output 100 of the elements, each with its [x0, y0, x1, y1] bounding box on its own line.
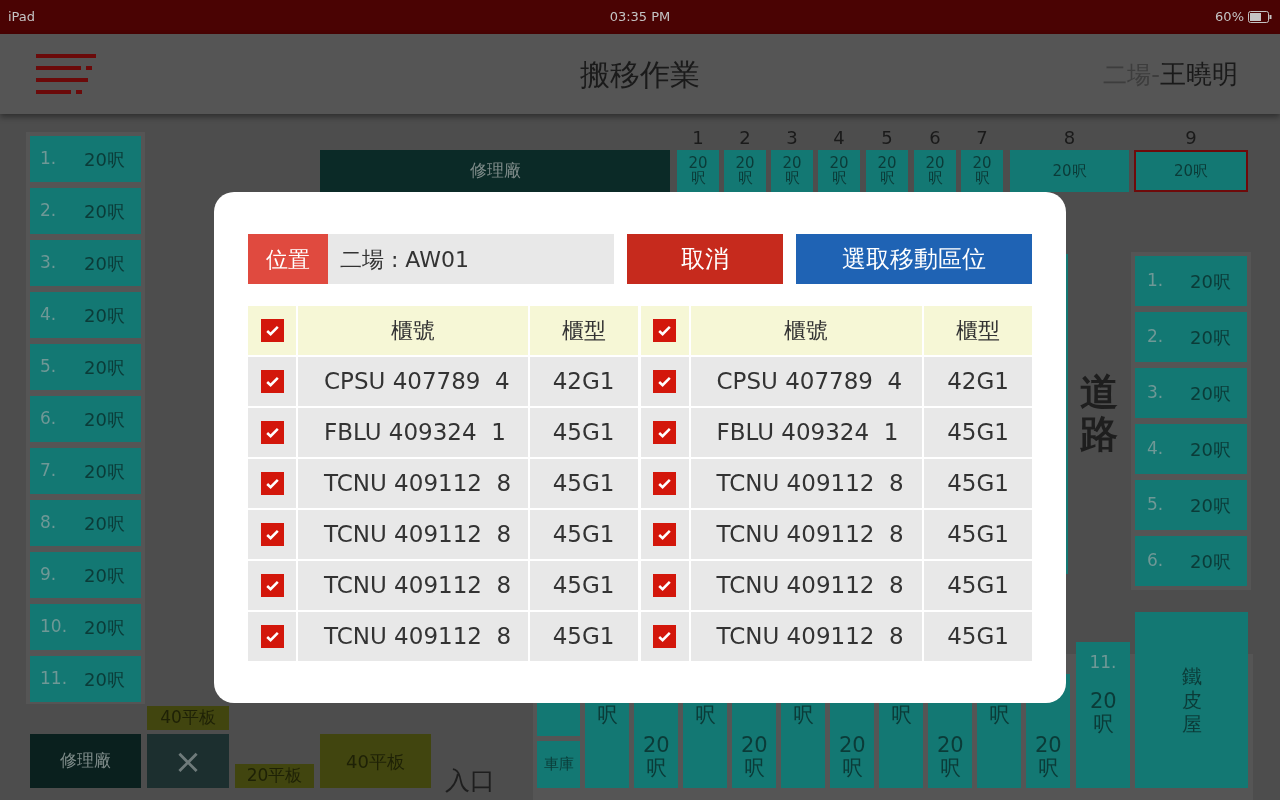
parking-slot[interactable]: 10. 20呎	[30, 604, 141, 650]
slot-number: 8.	[40, 511, 58, 535]
container-number: FBLU 409324 1	[298, 408, 528, 457]
slot-number: 5.	[40, 355, 58, 379]
slot-number: 7.	[40, 459, 58, 483]
slot-size: 20呎	[84, 199, 125, 224]
slot-number: 1.	[40, 147, 58, 171]
user-name: 王曉明	[1160, 57, 1238, 91]
slot-size: 20呎	[1190, 493, 1231, 518]
slot-size: 20呎	[84, 303, 125, 328]
battery-percent: 60%	[1215, 8, 1244, 27]
container-type: 45G1	[529, 510, 638, 559]
slot-size: 20呎	[84, 355, 125, 380]
blocked-slot[interactable]: ×	[147, 734, 229, 788]
parking-slot[interactable]: 4. 20呎	[1135, 424, 1247, 474]
checkbox[interactable]	[260, 625, 284, 648]
slot-number: 1.	[1147, 269, 1165, 293]
container-number: TCNU 409112 8	[690, 561, 922, 610]
container-type: 45G1	[529, 612, 638, 661]
workshop-area[interactable]: 修理廠	[320, 150, 670, 192]
workshop-area[interactable]: 修理廠	[30, 734, 141, 788]
parking-slot[interactable]: 3. 20呎	[1135, 368, 1247, 418]
slot-size: 20呎	[1190, 549, 1231, 574]
slot-size: 20呎	[84, 563, 125, 588]
container-type: 45G1	[529, 408, 638, 457]
container-number: TCNU 409112 8	[298, 510, 528, 559]
container-number: FBLU 409324 1	[690, 408, 922, 457]
battery-icon	[1248, 11, 1272, 23]
checkbox[interactable]	[260, 472, 284, 495]
container-type: 45G1	[924, 612, 1032, 661]
checkbox[interactable]	[653, 421, 676, 444]
slot-number: 11.	[40, 667, 69, 691]
slot-size: 20呎	[1190, 437, 1231, 462]
checkbox[interactable]	[260, 421, 284, 444]
parking-slot[interactable]: 5. 20呎	[30, 344, 141, 390]
parking-slot[interactable]: 20呎	[1010, 150, 1129, 192]
slot-size: 20呎	[1190, 381, 1231, 406]
select-location-button[interactable]: 選取移動區位	[796, 234, 1032, 284]
slot-number: 9.	[40, 563, 58, 587]
checkbox[interactable]	[653, 523, 676, 546]
parking-slot[interactable]: 20呎	[677, 150, 719, 192]
checkbox[interactable]	[653, 319, 676, 342]
slot-size: 20呎	[84, 147, 125, 172]
tin-house-area[interactable]: 鐵皮屋	[1135, 612, 1248, 788]
column-header: 櫃號	[690, 306, 922, 355]
checkbox[interactable]	[653, 625, 676, 648]
garage-slot[interactable]: 車庫	[537, 741, 580, 788]
parking-slot[interactable]: 20呎	[771, 150, 813, 192]
checkbox[interactable]	[260, 370, 284, 393]
parking-slot[interactable]: 20呎	[914, 150, 956, 192]
clock: 03:35 PM	[609, 8, 671, 27]
parking-slot[interactable]: 1. 20呎	[1135, 256, 1247, 306]
container-type: 42G1	[924, 357, 1032, 406]
checkbox[interactable]	[260, 523, 284, 546]
parking-slot[interactable]: 5. 20呎	[1135, 480, 1247, 530]
parking-slot[interactable]: 20呎	[866, 150, 908, 192]
container-type: 45G1	[924, 408, 1032, 457]
slot-number: 4.	[1147, 437, 1165, 461]
column-header: 櫃型	[529, 306, 638, 355]
slot-number: 5.	[1147, 493, 1165, 517]
cancel-button[interactable]: 取消	[626, 234, 784, 284]
parking-slot[interactable]: 20呎	[818, 150, 860, 192]
parking-slot[interactable]: 6. 20呎	[1135, 536, 1247, 586]
container-number: TCNU 409112 8	[690, 612, 922, 661]
parking-slot[interactable]: 8. 20呎	[30, 500, 141, 546]
column-header: 櫃型	[924, 306, 1032, 355]
container-type: 45G1	[924, 510, 1032, 559]
location-field: 二場 : AW01	[327, 234, 614, 284]
parking-slot[interactable]: 3. 20呎	[30, 240, 141, 286]
checkbox[interactable]	[260, 574, 284, 597]
parking-slot[interactable]: 20呎	[1134, 150, 1248, 192]
parking-slot[interactable]: 11. 20呎	[30, 656, 141, 702]
container-number: TCNU 409112 8	[298, 612, 528, 661]
parking-slot[interactable]: 6. 20呎	[30, 396, 141, 442]
parking-slot[interactable]: 7. 20呎	[30, 448, 141, 494]
checkbox[interactable]	[653, 472, 676, 495]
slot-size: 20呎	[84, 459, 125, 484]
container-number: TCNU 409112 8	[298, 459, 528, 508]
slot-number: 3.	[40, 251, 58, 275]
container-number: CPSU 407789 4	[690, 357, 922, 406]
parking-slot[interactable]: 20呎	[724, 150, 766, 192]
container-number: TCNU 409112 8	[690, 510, 922, 559]
parking-slot[interactable]: 2. 20呎	[30, 188, 141, 234]
parking-slot[interactable]: 20呎	[961, 150, 1003, 192]
slot-number: 11.	[1089, 651, 1117, 674]
parking-slot[interactable]: 4. 20呎	[30, 292, 141, 338]
checkbox[interactable]	[653, 370, 676, 393]
page-title: 搬移作業	[580, 55, 700, 94]
column-header: 櫃號	[298, 306, 528, 355]
parking-slot[interactable]: 11. 20呎	[1076, 642, 1130, 788]
checkbox[interactable]	[260, 319, 284, 342]
parking-slot[interactable]: 9. 20呎	[30, 552, 141, 598]
parking-slot[interactable]: 2. 20呎	[1135, 312, 1247, 362]
checkbox[interactable]	[653, 574, 676, 597]
slot-size: 20呎	[1190, 269, 1231, 294]
slot-number: 2.	[40, 199, 58, 223]
slot-number: 10.	[40, 615, 69, 639]
container-type: 45G1	[529, 561, 638, 610]
slot-size: 20呎	[1090, 689, 1116, 736]
parking-slot[interactable]: 1. 20呎	[30, 136, 141, 182]
